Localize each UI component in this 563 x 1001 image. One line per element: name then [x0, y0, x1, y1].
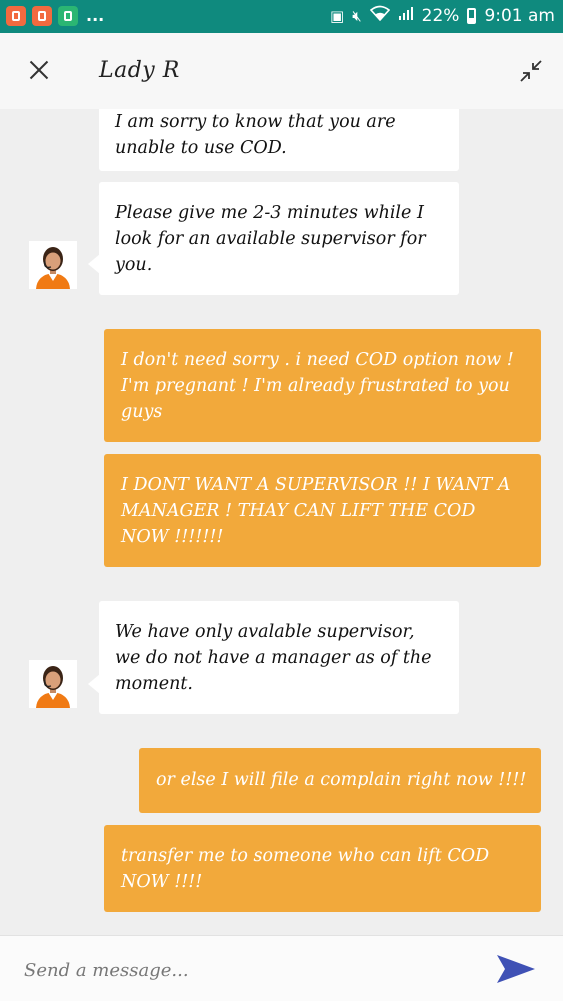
user-message: transfer me to someone who can lift COD …: [104, 825, 541, 912]
message-text: I DONT WANT A SUPERVISOR !! I WANT A MAN…: [121, 475, 511, 547]
status-bar: ... ▣ 🔇︎ 22% 9:01 am: [0, 0, 563, 33]
battery-percent: 22%: [421, 6, 460, 26]
user-message: or else I will file a complain right now…: [139, 748, 541, 813]
signal-icon: [398, 4, 414, 28]
shopping-bag-notification-icon: [32, 6, 52, 26]
minimize-icon[interactable]: [517, 57, 545, 85]
chat-header: Lady R: [0, 33, 563, 109]
agent-avatar: [29, 241, 77, 289]
send-button[interactable]: [495, 952, 537, 986]
message-text: I don't need sorry . i need COD option n…: [121, 350, 514, 422]
message-text: We have only avalable supervisor, we do …: [115, 622, 432, 694]
battery-icon: [467, 8, 477, 24]
send-icon: [497, 955, 535, 983]
message-text: Please give me 2-3 minutes while I look …: [115, 203, 426, 275]
agent-message: I am sorry to know that you are unable t…: [99, 109, 459, 171]
system-icons: ▣ 🔇︎ 22% 9:01 am: [330, 4, 555, 28]
message-input[interactable]: [22, 956, 466, 984]
clock: 9:01 am: [484, 6, 555, 26]
agent-name-title: Lady R: [99, 58, 180, 83]
agent-message: We have only avalable supervisor, we do …: [99, 601, 459, 714]
chat-messages[interactable]: I am sorry to know that you are unable t…: [0, 109, 563, 935]
data-saver-icon: ▣: [330, 7, 345, 25]
agent-avatar: [29, 660, 77, 708]
store-notification-icon: [58, 6, 78, 26]
notification-icons: ...: [6, 6, 104, 26]
message-composer: [0, 935, 563, 1001]
mute-icon: 🔇︎: [352, 7, 362, 25]
more-notifications-indicator: ...: [86, 6, 105, 25]
user-message: I DONT WANT A SUPERVISOR !! I WANT A MAN…: [104, 454, 541, 567]
message-text: or else I will file a complain right now…: [156, 770, 527, 790]
agent-message: Please give me 2-3 minutes while I look …: [99, 182, 459, 295]
close-icon[interactable]: [24, 55, 56, 87]
shopping-bag-notification-icon: [6, 6, 26, 26]
user-message: I don't need sorry . i need COD option n…: [104, 329, 541, 442]
message-text: I am sorry to know that you are unable t…: [115, 112, 396, 158]
message-text: transfer me to someone who can lift COD …: [121, 846, 490, 892]
wifi-icon: [369, 4, 390, 28]
